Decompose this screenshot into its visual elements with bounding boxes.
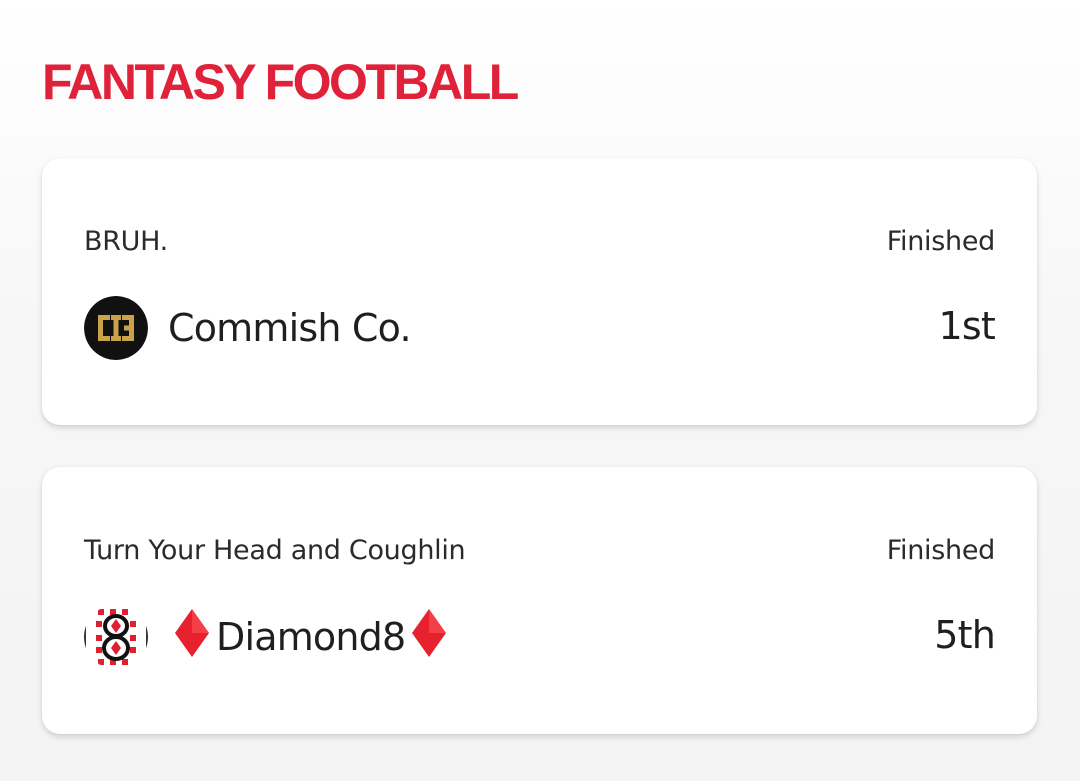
team-row: Diamond8 xyxy=(84,605,453,669)
league-card[interactable]: BRUH. Finished Commish Co. 1st xyxy=(42,158,1037,425)
team-name: Commish Co. xyxy=(168,306,412,350)
red-diamond-icon xyxy=(174,608,210,667)
red-diamond-icon xyxy=(411,608,447,667)
league-name: Turn Your Head and Coughlin xyxy=(84,535,466,566)
team-rank: 1st xyxy=(938,304,996,348)
commish-co-logo-icon xyxy=(84,296,148,360)
league-status: Finished xyxy=(886,535,996,566)
league-status: Finished xyxy=(886,226,996,257)
league-name: BRUH. xyxy=(84,226,168,257)
section-title: FANTASY FOOTBALL xyxy=(42,54,519,110)
diamond8-logo-icon xyxy=(84,605,148,669)
league-card[interactable]: Turn Your Head and Coughlin Finished Dia… xyxy=(42,467,1037,734)
team-row: Commish Co. xyxy=(84,296,412,360)
team-name-wrapper: Diamond8 xyxy=(168,608,453,667)
team-name: Diamond8 xyxy=(216,615,406,659)
team-rank: 5th xyxy=(934,613,996,657)
